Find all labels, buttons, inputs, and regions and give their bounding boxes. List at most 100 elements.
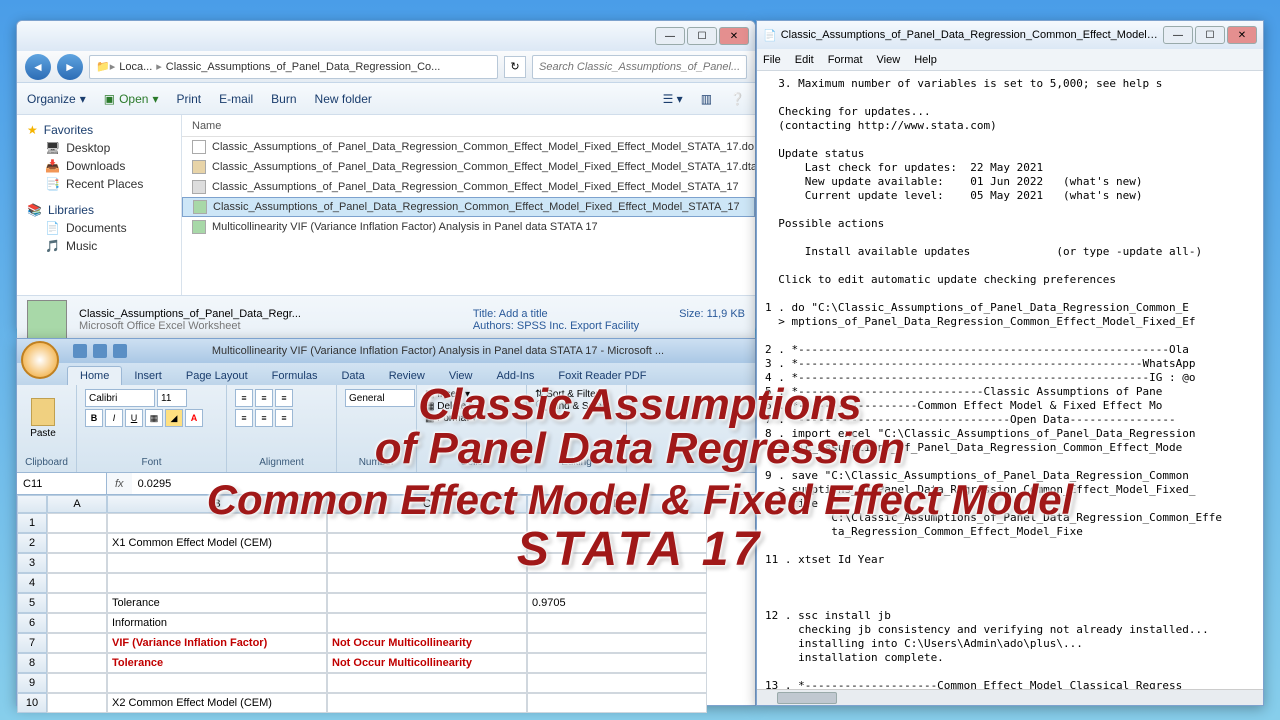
sidebar-recent[interactable]: 📑 Recent Places <box>17 175 181 193</box>
cell[interactable]: Tolerance <box>107 593 327 613</box>
col-header-D[interactable]: D <box>527 495 707 513</box>
tab-data[interactable]: Data <box>329 367 376 385</box>
file-row[interactable]: Classic_Assumptions_of_Panel_Data_Regres… <box>182 197 755 217</box>
cell[interactable] <box>327 593 527 613</box>
organize-button[interactable]: Organize ▾ <box>27 92 86 106</box>
cell[interactable]: X2 Common Effect Model (CEM) <box>107 693 327 713</box>
refresh-button[interactable]: ↻ <box>504 56 526 78</box>
row-header[interactable]: 8 <box>17 653 47 673</box>
close-button[interactable]: ✕ <box>719 27 749 45</box>
undo-icon[interactable] <box>93 344 107 358</box>
cell[interactable] <box>527 693 707 713</box>
close-button[interactable]: ✕ <box>1227 26 1257 44</box>
cell[interactable] <box>327 693 527 713</box>
libraries-header[interactable]: 📚Libraries <box>17 201 181 219</box>
office-button[interactable] <box>21 341 59 379</box>
font-color-button[interactable]: A <box>185 409 203 427</box>
cell[interactable] <box>47 513 107 533</box>
cell[interactable] <box>527 573 707 593</box>
open-button[interactable]: ▣ Open ▾ <box>104 92 159 106</box>
favorites-header[interactable]: ★Favorites <box>17 121 181 139</box>
align-bot[interactable]: ≡ <box>275 389 293 407</box>
cell[interactable] <box>327 613 527 633</box>
row-header[interactable]: 10 <box>17 693 47 713</box>
cell[interactable] <box>527 513 707 533</box>
row-header[interactable]: 5 <box>17 593 47 613</box>
forward-button[interactable]: ► <box>57 54 83 80</box>
file-row[interactable]: Classic_Assumptions_of_Panel_Data_Regres… <box>182 157 755 177</box>
cell[interactable] <box>107 573 327 593</box>
help-button[interactable]: ❔ <box>730 92 745 106</box>
tab-page-layout[interactable]: Page Layout <box>174 367 260 385</box>
row-header[interactable]: 6 <box>17 613 47 633</box>
tab-add-ins[interactable]: Add-Ins <box>484 367 546 385</box>
cell[interactable]: Information <box>107 613 327 633</box>
underline-button[interactable]: U <box>125 409 143 427</box>
cell[interactable] <box>47 613 107 633</box>
align-right[interactable]: ≡ <box>275 409 293 427</box>
tab-formulas[interactable]: Formulas <box>260 367 330 385</box>
stata-output[interactable]: 3. Maximum number of variables is set to… <box>757 71 1263 689</box>
newfolder-button[interactable]: New folder <box>315 92 372 106</box>
delete-button[interactable]: ▦ Delete ▾ <box>425 401 474 412</box>
row-header[interactable]: 4 <box>17 573 47 593</box>
col-header-B[interactable]: B <box>107 495 327 513</box>
format-button[interactable]: ▦ Format ▾ <box>425 413 477 424</box>
paste-button[interactable]: Paste <box>25 389 61 447</box>
font-select[interactable] <box>85 389 155 407</box>
menu-view[interactable]: View <box>877 54 901 66</box>
cell[interactable] <box>47 533 107 553</box>
cell[interactable] <box>47 593 107 613</box>
menu-edit[interactable]: Edit <box>795 54 814 66</box>
cell[interactable]: X1 Common Effect Model (CEM) <box>107 533 327 553</box>
cell[interactable] <box>47 673 107 693</box>
minimize-button[interactable]: — <box>655 27 685 45</box>
cell[interactable]: Tolerance <box>107 653 327 673</box>
cell[interactable] <box>327 553 527 573</box>
horizontal-scrollbar[interactable] <box>757 689 1263 705</box>
find-select-button[interactable]: 🔍 Find & Select <box>535 401 610 412</box>
sidebar-desktop[interactable]: 🖥 Desktop <box>17 139 181 157</box>
cell[interactable] <box>47 573 107 593</box>
name-box[interactable]: C11 <box>17 473 107 494</box>
tab-view[interactable]: View <box>437 367 485 385</box>
row-header[interactable]: 1 <box>17 513 47 533</box>
row-header[interactable]: 3 <box>17 553 47 573</box>
detail-title[interactable]: Add a title <box>499 308 548 320</box>
cell[interactable] <box>527 613 707 633</box>
cell[interactable] <box>327 533 527 553</box>
menu-format[interactable]: Format <box>828 54 863 66</box>
menu-help[interactable]: Help <box>914 54 937 66</box>
cell[interactable] <box>527 653 707 673</box>
cell[interactable] <box>527 633 707 653</box>
maximize-button[interactable]: ☐ <box>687 27 717 45</box>
maximize-button[interactable]: ☐ <box>1195 26 1225 44</box>
cell[interactable] <box>327 513 527 533</box>
cell[interactable]: Not Occur Multicollinearity <box>327 653 527 673</box>
insert-button[interactable]: ▦ Insert ▾ <box>425 389 470 400</box>
fx-icon[interactable]: fx <box>107 478 132 490</box>
cell[interactable] <box>107 553 327 573</box>
cell[interactable]: 0.9705 <box>527 593 707 613</box>
breadcrumb[interactable]: 📁 ▸ Loca... ▸ Classic_Assumptions_of_Pan… <box>89 55 498 79</box>
row-header[interactable]: 9 <box>17 673 47 693</box>
search-input[interactable] <box>532 55 747 79</box>
cell[interactable] <box>327 673 527 693</box>
col-header-A[interactable]: A <box>47 495 107 513</box>
col-header-C[interactable]: C <box>327 495 527 513</box>
column-header-name[interactable]: Name <box>182 115 755 137</box>
cell[interactable] <box>107 513 327 533</box>
align-mid[interactable]: ≡ <box>255 389 273 407</box>
cell[interactable] <box>107 673 327 693</box>
scroll-thumb[interactable] <box>777 692 837 704</box>
align-left[interactable]: ≡ <box>235 409 253 427</box>
border-button[interactable]: ▦ <box>145 409 163 427</box>
sidebar-downloads[interactable]: 📥 Downloads <box>17 157 181 175</box>
file-row[interactable]: Classic_Assumptions_of_Panel_Data_Regres… <box>182 177 755 197</box>
email-button[interactable]: E-mail <box>219 92 253 106</box>
cell[interactable] <box>327 573 527 593</box>
file-row[interactable]: Multicollinearity VIF (Variance Inflatio… <box>182 217 755 237</box>
minimize-button[interactable]: — <box>1163 26 1193 44</box>
preview-button[interactable]: ▥ <box>701 92 712 106</box>
cell[interactable] <box>47 553 107 573</box>
